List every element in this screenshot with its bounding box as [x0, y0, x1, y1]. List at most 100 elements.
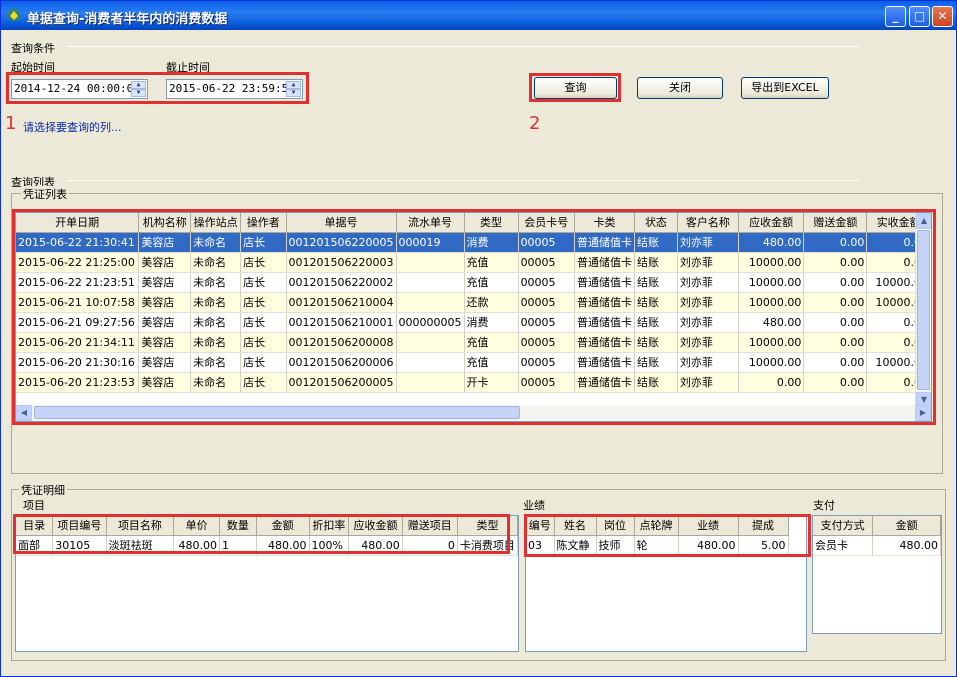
voucher-cell: 未命名	[190, 252, 242, 273]
start-time-picker[interactable]: 2014-12-24 00:00:00 ▲ ▼	[11, 79, 148, 99]
voucher-column-header[interactable]: 流水单号	[396, 213, 465, 233]
voucher-cell: 001201506210004	[286, 292, 397, 313]
maximize-button[interactable]: □	[909, 6, 930, 27]
minimize-button[interactable]: _	[885, 6, 906, 27]
voucher-cell: 001201506200005	[286, 372, 397, 393]
voucher-cell: 001201506210001	[286, 312, 397, 333]
voucher-cell: 000019	[396, 232, 465, 253]
voucher-cell: 刘亦菲	[677, 272, 739, 293]
voucher-column-header[interactable]: 单据号	[286, 213, 397, 233]
voucher-cell: 未命名	[190, 372, 242, 393]
item-column-header[interactable]: 项目名称	[106, 516, 175, 536]
voucher-column-header[interactable]: 状态	[634, 213, 678, 233]
voucher-cell: 结账	[634, 272, 678, 293]
performance-column-header[interactable]: 岗位	[596, 516, 635, 536]
item-column-header[interactable]: 折扣率	[309, 516, 350, 536]
performance-grid[interactable]: 编号 姓名 岗位 点轮牌 业绩 提成 03 陈文静 技师轮 480.00 5.00	[525, 515, 807, 652]
voucher-cell: 普通储值卡	[574, 352, 636, 373]
voucher-column-header[interactable]: 客户名称	[677, 213, 739, 233]
voucher-cell: 0.00	[738, 372, 805, 393]
voucher-cell: 结账	[634, 312, 678, 333]
voucher-column-header[interactable]: 机构名称	[138, 213, 192, 233]
item-column-header[interactable]: 类型	[457, 516, 518, 536]
voucher-column-header[interactable]: 会员卡号	[518, 213, 576, 233]
spin-up-icon[interactable]: ▲	[131, 81, 146, 89]
spin-down-icon[interactable]: ▼	[286, 89, 301, 97]
close-window-button[interactable]: ✕	[932, 6, 953, 27]
voucher-cell: 店长	[240, 232, 287, 253]
item-column-header[interactable]: 目录	[16, 516, 54, 536]
close-button[interactable]: 关闭	[637, 77, 723, 99]
voucher-table-row[interactable]: 2015-06-22 21:23:51 美容店 未命名 店长 0012015062200…	[16, 272, 931, 293]
title-bar[interactable]: 单据查询-消费者半年内的消费数据 _ □ ✕	[1, 1, 956, 30]
voucher-column-header[interactable]: 卡类	[574, 213, 636, 233]
items-table: 目录 项目编号 项目名称 单价 数量 金额 折扣率 应收金额 赠送项目 类型 面部 30105 淡斑祛…	[16, 516, 518, 556]
annotation-mark-1: 1	[5, 113, 17, 134]
start-time-spinner[interactable]: ▲ ▼	[131, 81, 146, 97]
voucher-table-row[interactable]: 2015-06-20 21:23:53 美容店 未命名 店长 0012015062000…	[16, 372, 931, 393]
payment-grid[interactable]: 支付方式 金额 会员卡 480.00	[812, 515, 942, 634]
item-column-header[interactable]: 赠送项目	[402, 516, 458, 536]
select-columns-link[interactable]: 请选择要查询的列...	[23, 119, 122, 135]
query-button[interactable]: 查询	[534, 77, 617, 99]
item-column-header[interactable]: 数量	[219, 516, 257, 536]
voucher-cell: 普通储值卡	[574, 332, 636, 353]
performance-cell: 陈文静	[554, 535, 597, 556]
query-section-label: 查询条件	[11, 42, 55, 55]
performance-column-header[interactable]: 提成	[738, 516, 789, 536]
voucher-table-row[interactable]: 2015-06-22 21:25:00 美容店 未命名 店长 0012015062200…	[16, 252, 931, 273]
item-column-header[interactable]: 单价	[173, 516, 220, 536]
items-grid[interactable]: 目录 项目编号 项目名称 单价 数量 金额 折扣率 应收金额 赠送项目 类型 面部 30105 淡斑祛…	[15, 515, 519, 652]
voucher-cell: 2015-06-22 21:25:00	[16, 252, 140, 273]
end-time-picker[interactable]: 2015-06-22 23:59:59 ▲ ▼	[166, 79, 303, 99]
voucher-table-row[interactable]: 2015-06-20 21:30:16 美容店 未命名 店长 0012015062000…	[16, 352, 931, 373]
voucher-cell: 刘亦菲	[677, 292, 739, 313]
voucher-cell: 00005	[518, 232, 576, 253]
payment-column-header[interactable]: 支付方式	[813, 516, 874, 536]
item-column-header[interactable]: 金额	[256, 516, 310, 536]
voucher-table-row[interactable]: 2015-06-22 21:30:41 美容店 未命名 店长 0012015062200…	[16, 232, 931, 253]
performance-table-row[interactable]: 03 陈文静 技师轮 480.00 5.00	[526, 535, 789, 556]
performance-column-header[interactable]: 编号	[526, 516, 555, 536]
performance-column-header[interactable]: 业绩	[678, 516, 739, 536]
voucher-list-grid[interactable]: 开单日期 机构名称 操作站点 操作者 单据号 流水单号 类型 会员卡号 卡类 状态 客户名称 应收金额…	[15, 212, 932, 422]
voucher-column-header[interactable]: 操作者	[240, 213, 287, 233]
voucher-cell	[396, 272, 465, 293]
voucher-cell: 未命名	[190, 272, 242, 293]
voucher-column-header[interactable]: 开单日期	[16, 213, 140, 233]
performance-label: 业绩	[523, 499, 545, 512]
voucher-column-header[interactable]: 赠送金额	[803, 213, 868, 233]
voucher-cell	[396, 332, 465, 353]
item-column-header[interactable]: 应收金额	[348, 516, 403, 536]
performance-column-header[interactable]: 点轮牌	[634, 516, 679, 536]
item-column-header[interactable]: 项目编号	[52, 516, 107, 536]
voucher-cell: 10000.00	[738, 352, 805, 373]
spin-down-icon[interactable]: ▼	[131, 89, 146, 97]
voucher-cell: 刘亦菲	[677, 372, 739, 393]
voucher-column-header[interactable]: 类型	[464, 213, 519, 233]
scroll-right-icon[interactable]: ▶	[915, 405, 931, 421]
scroll-left-icon[interactable]: ◀	[16, 405, 32, 421]
item-table-row[interactable]: 面部 30105 淡斑祛斑 480.00 1 480.00 100% 480.00 0 卡消费项目	[16, 535, 518, 556]
voucher-table-row[interactable]: 2015-06-21 09:27:56 美容店 未命名 店长 0012015062100…	[16, 312, 931, 333]
voucher-column-header[interactable]: 应收金额	[738, 213, 805, 233]
vertical-scroll-thumb[interactable]	[917, 230, 930, 390]
voucher-table-row[interactable]: 2015-06-21 10:07:58 美容店 未命名 店长 0012015062100…	[16, 292, 931, 313]
list-horizontal-scrollbar[interactable]: ◀ ▶	[16, 405, 931, 421]
list-vertical-scrollbar[interactable]: ▲ ▼	[915, 213, 931, 408]
voucher-cell: 刘亦菲	[677, 232, 739, 253]
voucher-cell: 00005	[518, 352, 576, 373]
performance-column-header[interactable]: 姓名	[554, 516, 597, 536]
horizontal-scroll-thumb[interactable]	[34, 406, 520, 419]
export-excel-button[interactable]: 导出到EXCEL	[741, 77, 829, 99]
voucher-cell: 10000.00	[738, 332, 805, 353]
payment-column-header[interactable]: 金额	[872, 516, 941, 536]
voucher-cell: 店长	[240, 272, 287, 293]
spin-up-icon[interactable]: ▲	[286, 81, 301, 89]
end-time-spinner[interactable]: ▲ ▼	[286, 81, 301, 97]
scroll-up-icon[interactable]: ▲	[916, 213, 931, 229]
payment-table-row[interactable]: 会员卡 480.00	[813, 535, 941, 556]
voucher-table-row[interactable]: 2015-06-20 21:34:11 美容店 未命名 店长 0012015062000…	[16, 332, 931, 353]
voucher-cell: 未命名	[190, 332, 242, 353]
voucher-column-header[interactable]: 操作站点	[190, 213, 242, 233]
